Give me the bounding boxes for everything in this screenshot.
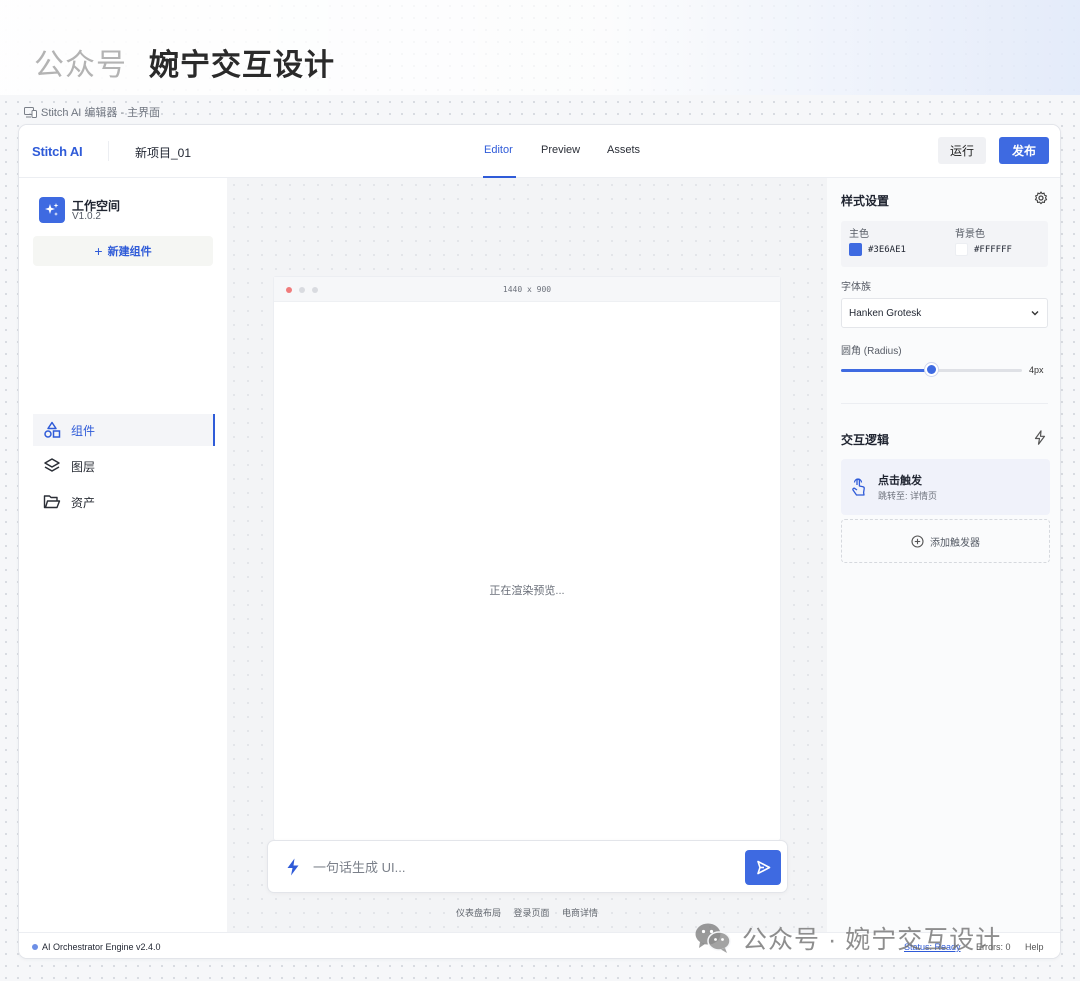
add-trigger-label: 添加触发器 [930, 537, 980, 549]
sidebar-item-layers[interactable]: 图层 [33, 450, 214, 482]
suggestion-chip[interactable]: 仪表盘布局 [456, 908, 501, 918]
tab-editor[interactable]: Editor [484, 144, 513, 156]
bolt-outline-icon [1034, 430, 1046, 445]
tab-preview[interactable]: Preview [541, 144, 580, 156]
run-button[interactable]: 运行 [938, 137, 986, 164]
prompt-input[interactable] [313, 856, 713, 878]
radius-value: 4px [1029, 365, 1044, 375]
sidebar-item-label: 资产 [71, 495, 96, 510]
font-family-value: Hanken Grotesk [849, 307, 922, 319]
font-family-label: 字体族 [841, 282, 871, 293]
sidebar-item-assets[interactable]: 资产 [33, 486, 214, 518]
new-component-button[interactable]: + 新建组件 [33, 236, 213, 266]
page-header: 公众号 婉宁交互设计 [34, 40, 335, 84]
plus-icon: + [94, 243, 103, 259]
interaction-logic-title: 交互逻辑 [841, 433, 890, 447]
radius-label: 圆角 (Radius) [841, 346, 902, 357]
bg-color-label: 背景色 [955, 229, 985, 240]
design-canvas[interactable]: 1440 x 900 正在渲染预览... 仪表盘布局 登录页面 电商详情 [227, 178, 827, 932]
right-panel: 样式设置 主色 #3E6AE1 背景色 #FFFFFF 字体族 Hanken G… [827, 178, 1060, 932]
trigger-card[interactable]: 点击触发 跳转至: 详情页 [841, 459, 1050, 515]
frame-label-text: Stitch AI 编辑器 - 主界面 [41, 107, 161, 119]
help-link[interactable]: Help [1025, 942, 1044, 952]
trigger-title: 点击触发 [878, 475, 922, 487]
bg-color-value[interactable]: #FFFFFF [974, 245, 1012, 255]
preview-frame: 1440 x 900 正在渲染预览... [273, 276, 781, 841]
top-bar: Stitch AI 新项目_01 Editor Preview Assets 运… [19, 125, 1060, 178]
engine-status-dot [32, 944, 38, 950]
panel-divider [841, 403, 1048, 404]
prompt-suggestions: 仪表盘布局 登录页面 电商详情 [227, 906, 827, 919]
plus-circle-icon [911, 534, 924, 548]
tap-icon [852, 478, 865, 496]
watermark: 公众号 · 婉宁交互设计 [694, 920, 1001, 956]
preview-status: 正在渲染预览... [489, 585, 565, 597]
bolt-icon [287, 858, 299, 876]
layers-icon [44, 458, 60, 472]
sparkle-icon [39, 197, 65, 223]
workspace-version: V1.0.2 [72, 211, 101, 222]
header-brand-name: 婉宁交互设计 [149, 49, 335, 82]
app-logo[interactable]: Stitch AI [32, 144, 83, 159]
add-trigger-button[interactable]: 添加触发器 [841, 519, 1050, 563]
shapes-icon [44, 421, 61, 438]
frame-label: Stitch AI 编辑器 - 主界面 [24, 104, 160, 120]
devices-icon [24, 106, 37, 118]
radius-slider-thumb[interactable] [925, 363, 938, 376]
folder-icon [43, 495, 61, 509]
sidebar-item-components[interactable]: 组件 [33, 414, 215, 446]
editor-window: Stitch AI 新项目_01 Editor Preview Assets 运… [18, 124, 1061, 959]
primary-color-label: 主色 [849, 229, 869, 240]
project-name[interactable]: 新项目_01 [135, 144, 191, 161]
preview-size: 1440 x 900 [502, 285, 552, 294]
sidebar-item-label: 组件 [71, 423, 96, 438]
watermark-text: 公众号 · 婉宁交互设计 [742, 926, 1002, 954]
bg-color-swatch[interactable] [955, 243, 968, 256]
font-family-select[interactable]: Hanken Grotesk [841, 298, 1048, 328]
new-component-label: 新建组件 [107, 246, 152, 258]
send-button[interactable] [745, 850, 781, 885]
engine-label: AI Orchestrator Engine v2.4.0 [42, 942, 161, 952]
gear-icon[interactable] [1034, 191, 1048, 205]
primary-color-swatch[interactable] [849, 243, 862, 256]
color-settings [841, 221, 1048, 267]
chevron-down-icon [1031, 311, 1039, 316]
tab-assets[interactable]: Assets [607, 144, 640, 156]
topbar-divider [108, 141, 109, 161]
header-account-label: 公众号 [34, 49, 127, 82]
suggestion-chip[interactable]: 电商详情 [562, 908, 598, 918]
wechat-icon [695, 923, 731, 953]
prompt-bar [267, 840, 788, 893]
publish-button[interactable]: 发布 [999, 137, 1049, 164]
preview-title-bar: 1440 x 900 [274, 277, 780, 302]
trigger-subtitle: 跳转至: 详情页 [878, 491, 938, 501]
left-sidebar: 工作空间 V1.0.2 + 新建组件 组件 图层 资产 [19, 178, 227, 932]
primary-color-value[interactable]: #3E6AE1 [868, 245, 906, 255]
suggestion-chip[interactable]: 登录页面 [513, 908, 549, 918]
sidebar-item-label: 图层 [71, 459, 96, 474]
send-icon [756, 860, 770, 875]
style-settings-title: 样式设置 [841, 194, 890, 208]
radius-slider-fill [841, 369, 932, 372]
